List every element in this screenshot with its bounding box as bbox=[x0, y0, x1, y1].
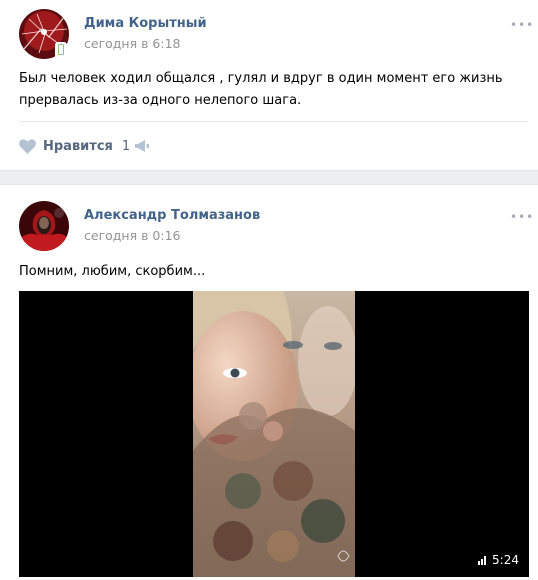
more-options-icon[interactable]: ••• bbox=[510, 210, 534, 224]
post-text: Помним, любим, скорбим... bbox=[19, 264, 206, 279]
post-text: Был человек ходил общался , гулял и вдру… bbox=[19, 71, 503, 108]
avatar[interactable] bbox=[19, 201, 69, 251]
divider bbox=[19, 121, 528, 122]
post-author[interactable]: Александр Толмазанов bbox=[84, 208, 260, 223]
video-thumbnail[interactable] bbox=[193, 291, 355, 577]
like-count: 1 bbox=[121, 138, 131, 154]
heart-icon bbox=[19, 138, 36, 154]
post-1: Дима Корытный сегодня в 6:18 ••• Был чел… bbox=[0, 0, 538, 170]
post-time[interactable]: сегодня в 0:16 bbox=[84, 228, 181, 243]
share-icon[interactable] bbox=[134, 138, 150, 154]
like-button[interactable]: Нравится 1 bbox=[19, 136, 130, 156]
signal-bars-icon bbox=[478, 555, 487, 565]
post-2: Александр Толмазанов сегодня в 0:16 ••• … bbox=[0, 185, 538, 580]
post-time[interactable]: сегодня в 6:18 bbox=[84, 36, 181, 51]
video-player[interactable]: 5:24 bbox=[19, 291, 529, 577]
post-author[interactable]: Дима Корытный bbox=[84, 16, 207, 31]
duration-text: 5:24 bbox=[492, 553, 519, 567]
video-duration: 5:24 bbox=[478, 553, 519, 567]
mobile-online-icon bbox=[55, 42, 67, 58]
more-options-icon[interactable]: ••• bbox=[510, 18, 534, 32]
like-label: Нравится bbox=[43, 138, 113, 154]
post-separator bbox=[0, 170, 538, 185]
